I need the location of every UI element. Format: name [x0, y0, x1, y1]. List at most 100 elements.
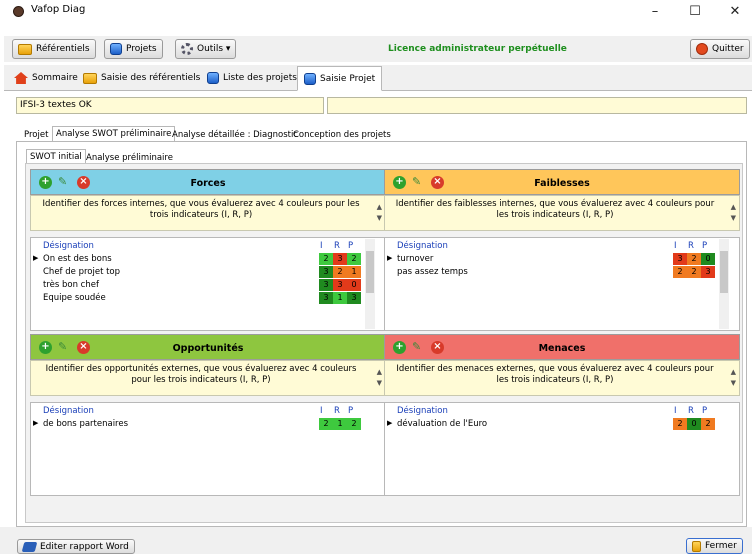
r-score-cell[interactable]: 3 [333, 253, 347, 265]
tab-sommaire[interactable]: Sommaire [8, 67, 84, 89]
tab-liste-projets[interactable]: Liste des projets [201, 67, 303, 89]
scroll-thumb[interactable] [720, 251, 728, 293]
referentiels-label: Référentiels [36, 44, 90, 54]
delete-icon[interactable]: × [431, 176, 444, 189]
p-score-cell[interactable]: 3 [347, 292, 361, 304]
table-row[interactable]: très bon chef 3 3 0 [31, 279, 385, 292]
table-row[interactable]: pas assez temps 2 2 3 [385, 266, 739, 279]
r-score-cell[interactable]: 2 [687, 253, 701, 265]
table-row[interactable]: Equipe soudée 3 1 3 [31, 292, 385, 305]
delete-icon[interactable]: × [77, 341, 90, 354]
scroll-arrows[interactable]: ▲ ▼ [377, 202, 382, 224]
faiblesses-actions: + ✎ × [393, 176, 444, 189]
designation-header: Désignation [397, 241, 448, 251]
projets-button[interactable]: Projets [104, 39, 163, 59]
p-score-cell[interactable]: 2 [347, 418, 361, 430]
p-score-cell[interactable]: 0 [347, 279, 361, 291]
edit-icon[interactable]: ✎ [412, 341, 425, 354]
p-score-cell[interactable]: 3 [701, 266, 715, 278]
designation-header: Désignation [43, 406, 94, 416]
menaces-description-text: Identifier des menaces externes, que vou… [396, 364, 714, 385]
scroll-arrows[interactable]: ▲ ▼ [731, 202, 736, 224]
i-score-cell[interactable]: 2 [319, 253, 333, 265]
add-icon[interactable]: + [39, 176, 52, 189]
delete-icon[interactable]: × [431, 341, 444, 354]
tab-saisie-projet[interactable]: Saisie Projet [297, 66, 383, 91]
p-score-cell[interactable]: 1 [347, 266, 361, 278]
tab-swot-initial[interactable]: SWOT initial [26, 149, 86, 164]
opportunites-grid: Désignation I R P ▶ de bons partenaires … [30, 402, 386, 496]
p-score-cell[interactable]: 0 [701, 253, 715, 265]
editer-rapport-word-button[interactable]: Editer rapport Word [17, 539, 135, 554]
row-designation: On est des bons [43, 254, 112, 264]
forces-description-text: Identifier des forces internes, que vous… [42, 199, 360, 220]
toolbar: Référentiels Projets Outils ▾ Quitter [4, 36, 752, 62]
project-name-field[interactable]: IFSI-3 textes OK [16, 97, 324, 114]
p-score-cell[interactable]: 2 [347, 253, 361, 265]
menaces-header: Menaces + ✎ × [384, 334, 740, 360]
r-score-cell[interactable]: 2 [333, 266, 347, 278]
grid-scrollbar[interactable] [719, 239, 729, 329]
row-indicator-icon: ▶ [33, 254, 39, 262]
i-score-cell[interactable]: 3 [319, 292, 333, 304]
i-score-cell[interactable]: 3 [673, 253, 687, 265]
i-score-cell[interactable]: 3 [319, 279, 333, 291]
add-icon[interactable]: + [39, 341, 52, 354]
row-designation: Equipe soudée [43, 293, 106, 303]
edit-icon[interactable]: ✎ [58, 341, 71, 354]
outils-menu-button[interactable]: Outils ▾ [175, 39, 237, 59]
designation-header: Désignation [397, 406, 448, 416]
add-icon[interactable]: + [393, 341, 406, 354]
r-header: R [334, 406, 340, 416]
tab-label: Saisie des référentiels [101, 73, 201, 83]
add-icon[interactable]: + [393, 176, 406, 189]
table-row[interactable]: ▶ de bons partenaires 2 1 2 [31, 418, 385, 431]
project-secondary-field[interactable] [327, 97, 747, 114]
i-score-cell[interactable]: 3 [319, 266, 333, 278]
r-score-cell[interactable]: 1 [333, 292, 347, 304]
delete-icon[interactable]: × [77, 176, 90, 189]
faiblesses-description: Identifier des faiblesses internes, que … [384, 195, 740, 231]
minimize-button[interactable]: – [645, 4, 665, 19]
row-designation: dévaluation de l'Euro [397, 419, 488, 429]
tab-analyse-swot[interactable]: Analyse SWOT préliminaire [52, 126, 176, 142]
grid-scrollbar[interactable] [365, 239, 375, 329]
row-indicator-icon: ▶ [387, 419, 393, 427]
tab-saisie-referentiels[interactable]: Saisie des référentiels [77, 67, 206, 89]
tab-conception-projets[interactable]: Conception des projets [290, 127, 394, 142]
i-score-cell[interactable]: 2 [319, 418, 333, 430]
faiblesses-description-text: Identifier des faiblesses internes, que … [395, 199, 715, 220]
p-score-cell[interactable]: 2 [701, 418, 715, 430]
outils-label: Outils ▾ [197, 44, 231, 54]
menaces-description: Identifier des menaces externes, que vou… [384, 360, 740, 396]
fermer-button[interactable]: Fermer [686, 538, 743, 554]
r-score-cell[interactable]: 2 [687, 266, 701, 278]
maximize-button[interactable]: ☐ [685, 4, 705, 19]
tab-analyse-detaillee[interactable]: Analyse détaillée : Diagnostic [169, 127, 301, 142]
menaces-grid: Désignation I R P ▶ dévaluation de l'Eur… [384, 402, 740, 496]
scroll-arrows[interactable]: ▲ ▼ [731, 367, 736, 389]
word-label: Editer rapport Word [40, 541, 129, 552]
forces-actions: + ✎ × [39, 176, 90, 189]
table-row[interactable]: ▶ turnover 3 2 0 [385, 253, 739, 266]
i-score-cell[interactable]: 2 [673, 418, 687, 430]
r-score-cell[interactable]: 0 [687, 418, 701, 430]
referentiels-button[interactable]: Référentiels [12, 39, 96, 59]
quitter-button[interactable]: Quitter [690, 39, 750, 59]
r-score-cell[interactable]: 1 [333, 418, 347, 430]
edit-icon[interactable]: ✎ [412, 176, 425, 189]
row-designation: pas assez temps [397, 267, 468, 277]
app-icon [13, 6, 24, 17]
scroll-thumb[interactable] [366, 251, 374, 293]
tab-projet[interactable]: Projet [21, 127, 51, 142]
scroll-arrows[interactable]: ▲ ▼ [377, 367, 382, 389]
table-row[interactable]: ▶ On est des bons 2 3 2 [31, 253, 385, 266]
edit-icon[interactable]: ✎ [58, 176, 71, 189]
table-row[interactable]: Chef de projet top 3 2 1 [31, 266, 385, 279]
menaces-panel: Menaces + ✎ × Identifier des menaces ext… [384, 334, 740, 496]
close-button[interactable]: ✕ [725, 4, 745, 19]
table-row[interactable]: ▶ dévaluation de l'Euro 2 0 2 [385, 418, 739, 431]
i-score-cell[interactable]: 2 [673, 266, 687, 278]
r-score-cell[interactable]: 3 [333, 279, 347, 291]
folder-icon [18, 43, 32, 55]
